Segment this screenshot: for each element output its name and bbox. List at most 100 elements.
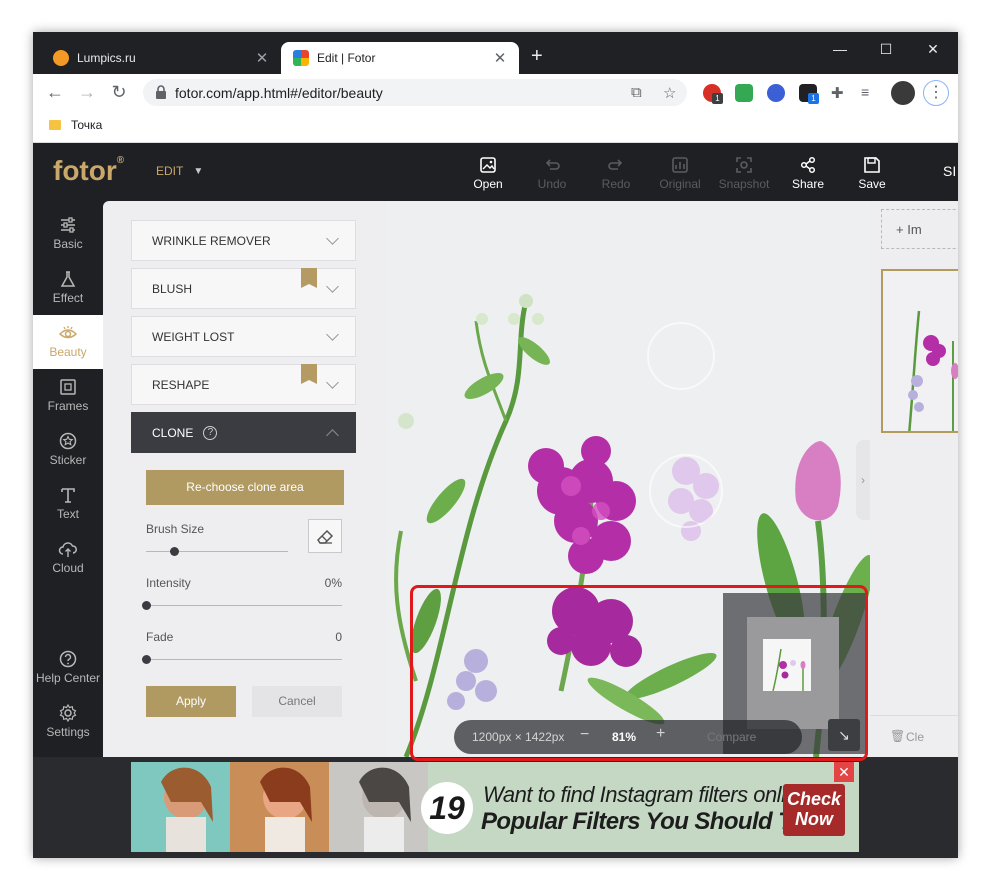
trash-icon: 🗑	[890, 729, 906, 743]
sidebar-item-frames[interactable]: Frames	[33, 369, 103, 423]
intensity-slider-handle[interactable]	[142, 601, 151, 610]
chevron-down-icon	[326, 328, 339, 341]
translate-icon[interactable]: ⧉	[631, 84, 642, 101]
chevron-down-icon: ▼	[193, 165, 204, 177]
bookmark-item[interactable]: Точка	[49, 118, 102, 132]
sidebar-item-help-center[interactable]: Help Center	[33, 641, 103, 695]
vpn-extension-icon[interactable]	[767, 84, 785, 102]
menu-kebab-icon[interactable]: ⋮	[923, 80, 949, 106]
brush-size-track[interactable]	[146, 551, 288, 552]
new-tab-icon[interactable]: +	[531, 46, 543, 66]
fade-track[interactable]	[146, 659, 342, 660]
close-icon[interactable]: ✕	[491, 49, 509, 67]
feature-sidebar: Basic Effect Beauty Frames Sticker Text …	[33, 201, 103, 757]
help-icon[interactable]: ?	[203, 425, 218, 440]
lumpics-favicon-icon	[53, 50, 69, 66]
browser-toolbar: ← → ↻ fotor.com/app.html#/editor/beauty …	[33, 74, 958, 110]
snapshot-icon	[736, 157, 752, 173]
rechoose-clone-area-button[interactable]: Re-choose clone area	[146, 470, 344, 505]
gear-icon	[59, 703, 77, 723]
window-close-icon[interactable]: ✕	[918, 38, 948, 60]
fade-slider-handle[interactable]	[142, 655, 151, 664]
tab-strip: Lumpics.ru ✕ Edit | Fotor ✕ + — ☐ ✕	[33, 32, 958, 74]
sidebar-item-cloud[interactable]: Cloud	[33, 531, 103, 585]
sidebar-item-text[interactable]: Text	[33, 477, 103, 531]
ad-number-badge: 19	[421, 782, 473, 834]
clear-button[interactable]: 🗑 Cle	[870, 715, 958, 757]
close-icon[interactable]: ✕	[253, 49, 271, 67]
tab-title: Lumpics.ru	[77, 51, 136, 65]
tab-title: Edit | Fotor	[317, 51, 376, 65]
chevron-down-icon	[326, 376, 339, 389]
section-wrinkle-remover[interactable]: WRINKLE REMOVER	[131, 220, 356, 261]
avatar[interactable]	[891, 81, 915, 105]
section-reshape[interactable]: RESHAPE	[131, 364, 356, 405]
forward-icon[interactable]: →	[75, 80, 99, 104]
image-thumbnail[interactable]	[881, 269, 958, 433]
premium-badge-icon	[301, 268, 317, 288]
brush-size-label: Brush Size	[146, 522, 205, 536]
redo-icon	[608, 159, 623, 170]
ad-check-now-button[interactable]: Check Now	[783, 784, 845, 836]
puzzle-icon[interactable]: ✚	[831, 84, 849, 102]
sidebar-item-effect[interactable]: Effect	[33, 261, 103, 315]
tab-fotor[interactable]: Edit | Fotor ✕	[281, 42, 519, 74]
premium-badge-icon	[301, 364, 317, 384]
bookmarks-bar: Точка	[33, 110, 958, 143]
share-button[interactable]: Share	[778, 155, 838, 191]
undo-button[interactable]: Undo	[522, 155, 582, 191]
cancel-button[interactable]: Cancel	[252, 686, 342, 717]
sign-in-button[interactable]: SI	[943, 163, 956, 179]
brush-size-slider-handle[interactable]	[170, 547, 180, 556]
section-blush[interactable]: BLUSH	[131, 268, 356, 309]
import-button[interactable]: + Im	[881, 209, 958, 249]
fotor-logo[interactable]: fotor®	[53, 155, 124, 187]
sidebar-item-settings[interactable]: Settings	[33, 695, 103, 749]
ad-close-icon[interactable]: ✕	[834, 762, 854, 782]
section-weight-lost[interactable]: WEIGHT LOST	[131, 316, 356, 357]
frame-icon	[60, 379, 76, 395]
undo-icon	[545, 159, 560, 170]
address-bar[interactable]: fotor.com/app.html#/editor/beauty ⧉ ☆	[143, 79, 687, 106]
share-icon	[800, 156, 816, 174]
original-button[interactable]: Original	[650, 155, 710, 191]
apply-button[interactable]: Apply	[146, 686, 236, 717]
check-extension-icon[interactable]	[735, 84, 753, 102]
chevron-down-icon	[326, 280, 339, 293]
opera-extension-icon[interactable]: 1	[703, 84, 723, 104]
sidebar-item-basic[interactable]: Basic	[33, 207, 103, 261]
bookmark-label: Точка	[71, 118, 103, 132]
flask-icon	[60, 271, 76, 287]
app-header: fotor® EDIT ▼ Open Undo Redo Original Sn…	[33, 143, 958, 201]
eraser-icon	[317, 529, 334, 544]
url-text: fotor.com/app.html#/editor/beauty	[175, 85, 383, 101]
ad-subheadline: Popular Filters You Should Try	[481, 808, 814, 835]
ad-creative[interactable]: 19 Want to find Instagram filters online…	[131, 762, 859, 852]
sidebar-item-sticker[interactable]: Sticker	[33, 423, 103, 477]
intensity-track[interactable]	[146, 605, 342, 606]
reload-icon[interactable]: ↻	[107, 80, 131, 104]
minimize-icon[interactable]: —	[825, 38, 855, 60]
sliders-icon	[61, 217, 75, 233]
ad-photo	[131, 762, 230, 852]
open-button[interactable]: Open	[458, 155, 518, 191]
ad-photo	[329, 762, 428, 852]
maximize-icon[interactable]: ☐	[871, 38, 901, 60]
intensity-label: Intensity	[146, 576, 191, 590]
bookmark-star-icon[interactable]: ☆	[663, 84, 676, 102]
lock-icon	[156, 85, 166, 99]
snapshot-button[interactable]: Snapshot	[714, 155, 774, 191]
chevron-right-icon[interactable]: ›	[856, 440, 870, 520]
media-queue-icon[interactable]: ≡	[861, 84, 879, 102]
tab-lumpics[interactable]: Lumpics.ru ✕	[41, 42, 281, 74]
edit-mode-dropdown[interactable]: EDIT ▼	[156, 164, 203, 178]
box-extension-icon[interactable]: 1	[799, 84, 819, 104]
star-icon	[59, 432, 77, 450]
sidebar-item-beauty[interactable]: Beauty	[33, 315, 103, 369]
save-button[interactable]: Save	[842, 155, 902, 191]
section-clone[interactable]: CLONE ?	[131, 412, 356, 453]
eraser-button[interactable]	[308, 519, 342, 553]
folder-icon	[49, 120, 61, 130]
redo-button[interactable]: Redo	[586, 155, 646, 191]
back-icon[interactable]: ←	[43, 80, 67, 104]
